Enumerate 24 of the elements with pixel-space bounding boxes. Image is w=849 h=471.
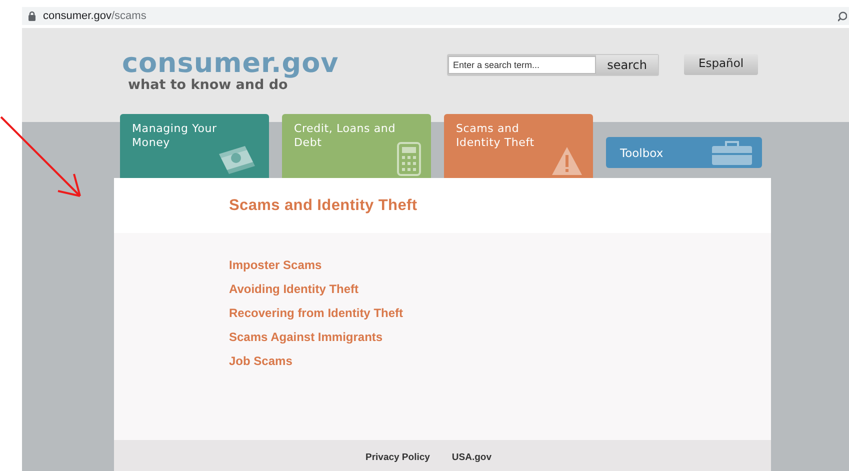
search-icon[interactable] [838, 10, 847, 22]
search-field[interactable]: Enter a search term... [448, 56, 596, 74]
site-tagline: what to know and do [128, 78, 288, 93]
toolbox-icon [712, 140, 752, 164]
nav-tab[interactable]: Scams and Identity Theft [444, 114, 593, 178]
toolbox-button[interactable]: Toolbox [606, 137, 762, 168]
footer-link[interactable]: USA.gov [452, 452, 492, 462]
nav-tab[interactable]: Managing Your Money [120, 114, 269, 178]
warning-icon [551, 146, 583, 176]
site-logo[interactable]: consumer.gov [122, 50, 447, 78]
search-button[interactable]: search [596, 55, 658, 75]
nav-tab[interactable]: Credit, Loans and Debt [282, 114, 431, 178]
footer-link[interactable]: Privacy Policy [365, 452, 430, 462]
topic-link[interactable]: Job Scams [229, 353, 292, 369]
address-bar[interactable]: consumer.gov/scams [22, 7, 849, 25]
topic-link[interactable]: Recovering from Identity Theft [229, 305, 404, 321]
lock-icon [28, 11, 36, 21]
url-text: consumer.gov/scams [43, 10, 148, 22]
topic-link[interactable]: Avoiding Identity Theft [229, 281, 359, 297]
calculator-icon [397, 142, 421, 176]
topic-link[interactable]: Imposter Scams [229, 257, 322, 273]
page-title: Scams and Identity Theft [229, 196, 418, 214]
language-button[interactable]: Español [684, 54, 758, 75]
topic-link[interactable]: Scams Against Immigrants [229, 329, 383, 345]
